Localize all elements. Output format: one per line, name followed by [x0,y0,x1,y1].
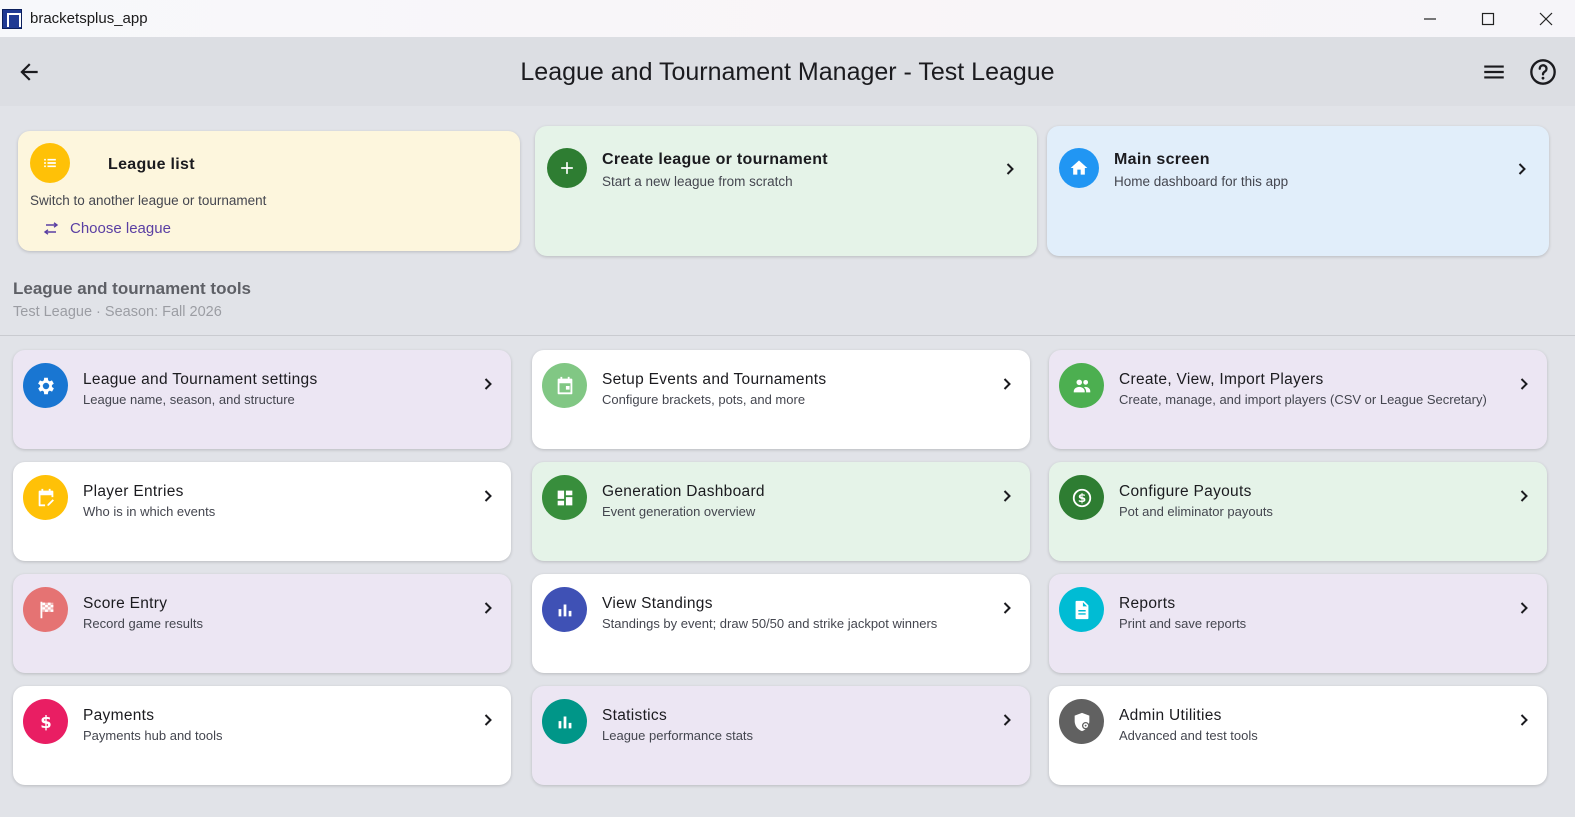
section-divider [0,335,1575,336]
tool-subtitle: Record game results [83,616,203,631]
home-icon [1059,148,1099,188]
tool-subtitle: Create, manage, and import players (CSV … [1119,392,1487,407]
app-logo-icon [2,8,22,29]
tool-subtitle: Advanced and test tools [1119,728,1258,743]
tool-card-admin-utilities[interactable]: Admin Utilities Advanced and test tools [1049,686,1547,785]
calendar-icon [542,363,587,408]
window-title: bracketsplus_app [30,10,148,27]
tool-title: Score Entry [83,595,168,612]
tool-title: Admin Utilities [1119,707,1222,724]
main-screen-subtitle: Home dashboard for this app [1114,174,1289,189]
league-list-card: League list Switch to another league or … [18,131,520,251]
tool-card-players[interactable]: Create, View, Import Players Create, man… [1049,350,1547,449]
list-icon [30,143,70,183]
chevron-right-icon [1518,163,1526,175]
tool-subtitle: Pot and eliminator payouts [1119,504,1273,519]
tool-card-league-settings[interactable]: League and Tournament settings League na… [13,350,511,449]
chevron-right-icon [1003,378,1011,390]
tool-subtitle: League name, season, and structure [83,392,295,407]
chevron-right-icon [1520,714,1528,726]
maximize-icon [1481,12,1495,25]
dashboard-icon [542,475,587,520]
tool-title: Player Entries [83,483,184,500]
page-title: League and Tournament Manager - Test Lea… [520,58,1055,86]
tool-title: League and Tournament settings [83,371,318,388]
chevron-right-icon [484,378,492,390]
tool-title: Payments [83,707,155,724]
close-window-button[interactable] [1517,0,1575,37]
tool-card-setup-events[interactable]: Setup Events and Tournaments Configure b… [532,350,1030,449]
calendar-edit-icon [23,475,68,520]
minimize-button[interactable] [1401,0,1459,37]
people-icon [1059,363,1104,408]
gear-icon [23,363,68,408]
document-icon [1059,587,1104,632]
admin-shield-icon [1059,699,1104,744]
tool-title: Generation Dashboard [602,483,765,500]
svg-text:$: $ [40,712,51,731]
chevron-right-icon [1006,163,1014,175]
chevron-right-icon [1003,490,1011,502]
chevron-right-icon [484,490,492,502]
tool-card-reports[interactable]: Reports Print and save reports [1049,574,1547,673]
choose-league-label: Choose league [70,220,171,237]
create-league-title: Create league or tournament [602,151,828,168]
tool-card-payments[interactable]: $ Payments Payments hub and tools [13,686,511,785]
tool-card-view-standings[interactable]: View Standings Standings by event; draw … [532,574,1030,673]
tool-card-player-entries[interactable]: Player Entries Who is in which events [13,462,511,561]
create-league-card[interactable]: Create league or tournament Start a new … [535,126,1037,256]
maximize-button[interactable] [1459,0,1517,37]
close-icon [1539,12,1553,25]
svg-text:$: $ [1077,491,1085,505]
tool-card-generation-dashboard[interactable]: Generation Dashboard Event generation ov… [532,462,1030,561]
create-league-subtitle: Start a new league from scratch [602,174,793,189]
window-controls [1401,0,1575,37]
tool-subtitle: League performance stats [602,728,754,743]
tool-subtitle: Standings by event; draw 50/50 and strik… [602,616,938,631]
tool-title: Create, View, Import Players [1119,371,1324,388]
tool-title: Statistics [602,707,668,724]
main-screen-title: Main screen [1114,151,1210,168]
tool-subtitle: Configure brackets, pots, and more [602,392,806,407]
choose-league-button[interactable]: Choose league [42,220,171,237]
swap-icon [43,221,59,235]
tool-subtitle: Print and save reports [1119,616,1247,631]
chevron-right-icon [484,602,492,614]
tool-title: View Standings [602,595,713,612]
main-screen-card[interactable]: Main screen Home dashboard for this app [1047,126,1549,256]
chevron-right-icon [1520,378,1528,390]
help-icon [1530,59,1556,85]
menu-button[interactable] [1480,58,1508,86]
tool-subtitle: Who is in which events [83,504,216,519]
chevron-right-icon [1520,602,1528,614]
tool-card-configure-payouts[interactable]: $ Configure Payouts Pot and eliminator p… [1049,462,1547,561]
chevron-right-icon [1003,602,1011,614]
dollar-circle-icon: $ [1059,475,1104,520]
section-subtitle: Test League · Season: Fall 2026 [13,304,222,320]
section-title: League and tournament tools [13,279,252,298]
bar-chart-icon [542,699,587,744]
help-button[interactable] [1528,57,1558,87]
app-bar: League and Tournament Manager - Test Lea… [0,37,1575,106]
tool-subtitle: Event generation overview [602,504,756,519]
tool-subtitle: Payments hub and tools [83,728,223,743]
tool-title: Reports [1119,595,1176,612]
tool-card-statistics[interactable]: Statistics League performance stats [532,686,1030,785]
tool-title: Configure Payouts [1119,483,1252,500]
checkered-flag-icon [23,587,68,632]
tool-card-score-entry[interactable]: Score Entry Record game results [13,574,511,673]
chevron-right-icon [1003,714,1011,726]
menu-icon [1484,65,1504,79]
chevron-right-icon [484,714,492,726]
tool-title: Setup Events and Tournaments [602,371,827,388]
dollar-icon: $ [23,699,68,744]
window-titlebar: bracketsplus_app [0,0,1575,37]
league-list-subtitle: Switch to another league or tournament [30,193,267,208]
minimize-icon [1424,17,1436,20]
league-list-title: League list [108,156,195,173]
bar-chart-icon [542,587,587,632]
add-icon [547,148,587,188]
chevron-right-icon [1520,490,1528,502]
